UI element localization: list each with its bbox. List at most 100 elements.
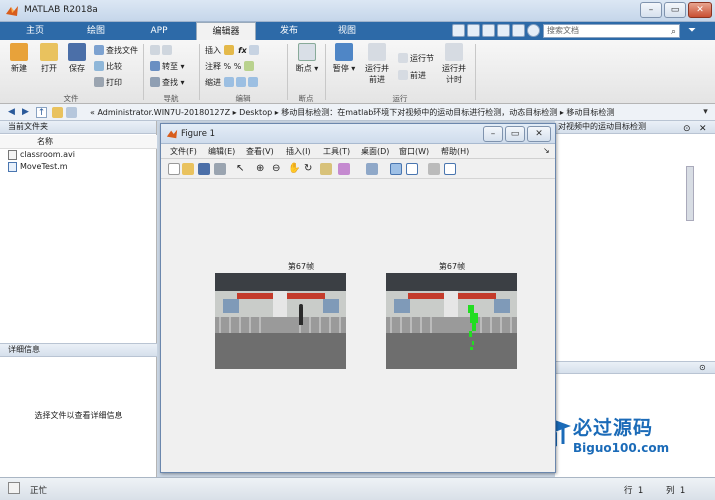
panel-options-icon[interactable]: ⊙ <box>683 124 691 134</box>
run-group-label: 运行 <box>392 94 408 103</box>
save-quick-icon[interactable] <box>452 24 465 37</box>
scrollbar[interactable] <box>686 166 694 221</box>
panel-close-icon[interactable]: ✕ <box>699 124 707 134</box>
goto-button[interactable]: 转至 ▾ <box>150 61 185 73</box>
compare-button[interactable]: 比较 <box>94 61 122 73</box>
pause-icon <box>335 43 353 61</box>
show-tools-icon[interactable] <box>444 163 456 175</box>
menu-edit[interactable]: 编辑(E) <box>208 146 235 157</box>
browse-folder-icon[interactable] <box>52 107 63 118</box>
save-button[interactable]: 保存 <box>62 43 92 74</box>
search-input[interactable]: 搜索文档 ⌕ <box>543 24 680 38</box>
pause-button[interactable]: 暂停 ▾ <box>329 43 359 74</box>
forward-icon[interactable]: ▶ <box>20 107 31 118</box>
tab-plots[interactable]: 绘图 <box>72 22 120 40</box>
insert-button[interactable]: 插入 fx <box>205 45 261 57</box>
address-bar: ◀ ▶ ↑ « Administrator.WIN7U-20180127Z ▸ … <box>0 104 715 121</box>
collapse-icon[interactable]: ⊙ <box>699 363 706 372</box>
run-section-button[interactable]: 运行节 <box>398 53 434 65</box>
back-forward-buttons[interactable] <box>150 45 174 57</box>
fx-icon: fx <box>238 46 247 55</box>
run-time-icon <box>445 43 463 61</box>
breakpoint-button[interactable]: 断点 ▾ <box>292 43 322 74</box>
filter-icon[interactable]: ⏷ <box>688 25 702 37</box>
redo-icon[interactable] <box>512 24 525 37</box>
print-figure-icon[interactable] <box>214 163 226 175</box>
zoom-out-icon[interactable]: ⊖ <box>272 163 284 175</box>
open-button[interactable]: 打开 <box>34 43 64 74</box>
file-item[interactable]: MoveTest.m <box>0 161 157 173</box>
new-figure-icon[interactable] <box>168 163 180 175</box>
status-bar: 正忙 行 1 列 1 <box>0 477 715 500</box>
menu-window[interactable]: 窗口(W) <box>399 146 429 157</box>
figure-close-button[interactable]: ✕ <box>527 126 551 142</box>
search-icon[interactable]: ⌕ <box>671 26 676 38</box>
menu-file[interactable]: 文件(F) <box>170 146 197 157</box>
new-button[interactable]: 新建 <box>4 43 34 74</box>
file-item[interactable]: classroom.avi <box>0 149 157 161</box>
run-advance-button[interactable]: 运行并 前进 <box>360 43 394 85</box>
path-dropdown-icon[interactable]: ▾ <box>700 107 711 118</box>
find-files-button[interactable]: 查找文件 <box>94 45 138 57</box>
zoom-in-icon[interactable]: ⊕ <box>256 163 268 175</box>
brush-icon[interactable] <box>338 163 350 175</box>
tab-editor[interactable]: 编辑器 <box>196 22 256 40</box>
details-message: 选择文件以查看详细信息 <box>34 411 123 420</box>
percent-icon: % <box>223 62 232 71</box>
find-button[interactable]: 查找 ▾ <box>150 77 185 89</box>
data-cursor-icon[interactable] <box>320 163 332 175</box>
maximize-button[interactable]: ▭ <box>664 2 686 18</box>
rotate-icon[interactable]: ↻ <box>304 163 316 175</box>
menu-view[interactable]: 查看(V) <box>246 146 274 157</box>
menu-desktop[interactable]: 桌面(D) <box>361 146 389 157</box>
colorbar-icon[interactable] <box>390 163 402 175</box>
menu-tools[interactable]: 工具(T) <box>323 146 350 157</box>
divider <box>143 44 144 100</box>
figure-minimize-button[interactable]: – <box>483 126 503 142</box>
tab-publish[interactable]: 发布 <box>264 22 314 40</box>
advance-button[interactable]: 前进 <box>398 70 426 82</box>
undo-icon[interactable] <box>497 24 510 37</box>
back-icon[interactable]: ◀ <box>6 107 17 118</box>
dock-icon[interactable]: ↘ <box>543 146 550 155</box>
name-column-header[interactable]: 名称 <box>0 135 157 149</box>
cut-icon[interactable] <box>467 24 480 37</box>
run-time-button[interactable]: 运行并 计时 <box>437 43 471 85</box>
tab-view[interactable]: 视图 <box>322 22 372 40</box>
up-folder-icon[interactable]: ↑ <box>36 107 47 118</box>
close-button[interactable]: ✕ <box>688 2 712 18</box>
menu-insert[interactable]: 插入(I) <box>286 146 311 157</box>
link-plot-icon[interactable] <box>366 163 378 175</box>
video-frame-original <box>215 273 346 369</box>
figure-toolbar: ↖ ⊕ ⊖ ✋ ↻ <box>161 159 555 179</box>
figure-maximize-button[interactable]: ▭ <box>505 126 525 142</box>
pointer-icon[interactable]: ↖ <box>236 163 248 175</box>
legend-icon[interactable] <box>406 163 418 175</box>
tab-apps[interactable]: APP <box>136 22 182 40</box>
copy-icon[interactable] <box>482 24 495 37</box>
pan-icon[interactable]: ✋ <box>288 163 300 175</box>
minimize-button[interactable]: – <box>640 2 662 18</box>
menu-help[interactable]: 帮助(H) <box>441 146 469 157</box>
divider <box>325 44 326 100</box>
axes-title-right: 第67帧 <box>438 262 466 271</box>
watermark-text: 必过源码 <box>573 417 654 439</box>
open-file-icon[interactable] <box>182 163 194 175</box>
print-icon <box>94 77 104 87</box>
indent-icon <box>223 77 234 87</box>
video-frame-detection <box>386 273 517 369</box>
right-panel-header: 对视频中的运动目标检测 <box>555 121 715 134</box>
divider <box>287 44 288 100</box>
indent-button[interactable]: 缩进 <box>205 77 260 89</box>
m-file-icon <box>8 162 17 172</box>
breakpoint-icon <box>298 43 316 61</box>
folder-tree-icon[interactable] <box>66 107 77 118</box>
workspace-header: ⊙ <box>555 361 715 374</box>
current-folder-path[interactable]: « Administrator.WIN7U-20180127Z ▸ Deskto… <box>90 107 614 118</box>
save-figure-icon[interactable] <box>198 163 210 175</box>
help-icon[interactable] <box>527 24 540 37</box>
hide-tools-icon[interactable] <box>428 163 440 175</box>
print-button[interactable]: 打印 <box>94 77 122 89</box>
comment-button[interactable]: 注释 % % <box>205 61 256 73</box>
tab-home[interactable]: 主页 <box>12 22 58 40</box>
